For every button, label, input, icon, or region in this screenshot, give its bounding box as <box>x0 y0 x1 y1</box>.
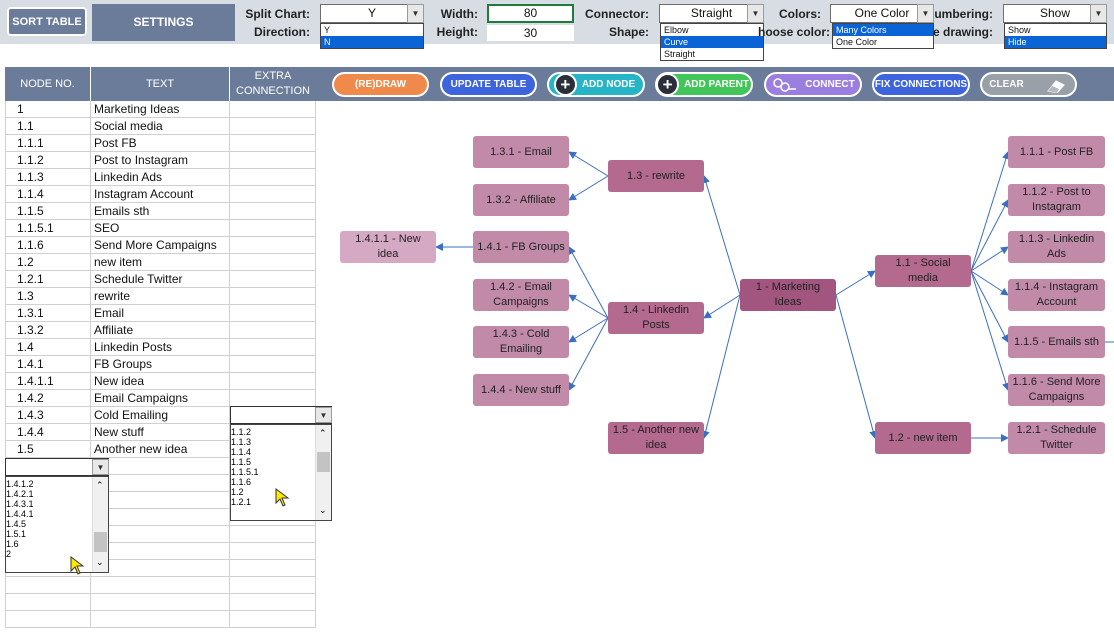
mindmap-node[interactable]: 1.4.4 - New stuff <box>473 374 569 406</box>
connector-line <box>835 270 876 296</box>
mindmap-node[interactable]: 1.3 - rewrite <box>608 160 704 192</box>
connector-line <box>701 294 741 439</box>
connector-line <box>970 270 1009 296</box>
mindmap-node[interactable]: 1.2.1 - Schedule Twitter <box>1008 422 1105 454</box>
connector-line <box>970 246 1009 272</box>
connector-line <box>568 175 609 201</box>
mindmap-node[interactable]: 1 - Marketing Ideas <box>740 279 836 311</box>
mindmap-node[interactable]: 1.1.5 - Emails sth <box>1008 326 1105 358</box>
mindmap-node[interactable]: 1.4.1 - FB Groups <box>473 231 569 263</box>
connector-line <box>568 317 609 391</box>
mindmap-node[interactable]: 1.3.2 - Affiliate <box>473 184 569 216</box>
mindmap-node[interactable]: 1.5 - Another new idea <box>608 422 704 454</box>
mindmap-node[interactable]: 1.4 - Linkedin Posts <box>608 302 704 334</box>
mindmap-node[interactable]: 1.1.3 - Linkedin Ads <box>1008 231 1105 263</box>
mindmap-node[interactable]: 1.1.1 - Post FB <box>1008 136 1105 168</box>
mindmap-node[interactable]: 1.1.6 - Send More Campaigns <box>1008 374 1105 406</box>
connector-lines <box>435 151 1114 442</box>
mindmap-node[interactable]: 1.4.3 - Cold Emailing <box>473 326 569 358</box>
mindmap-node[interactable]: 1.1.4 - Instagram Account <box>1008 279 1105 311</box>
connector-line <box>835 294 878 439</box>
connector-line <box>568 317 609 343</box>
mindmap-node[interactable]: 1.4.1.1 - New idea <box>340 231 436 263</box>
mindmap-node[interactable]: 1.4.2 - Email Campaigns <box>473 279 569 311</box>
connector-line <box>568 151 609 177</box>
connector-line <box>702 175 741 296</box>
mindmap-node[interactable]: 1.1.2 - Post to Instagram <box>1008 184 1105 216</box>
connector-line <box>568 246 609 319</box>
mindmap-node[interactable]: 1.1 - Social media <box>875 255 971 287</box>
mindmap-node[interactable]: 1.3.1 - Email <box>473 136 569 168</box>
mindmap-node[interactable]: 1.2 - new item <box>875 422 971 454</box>
